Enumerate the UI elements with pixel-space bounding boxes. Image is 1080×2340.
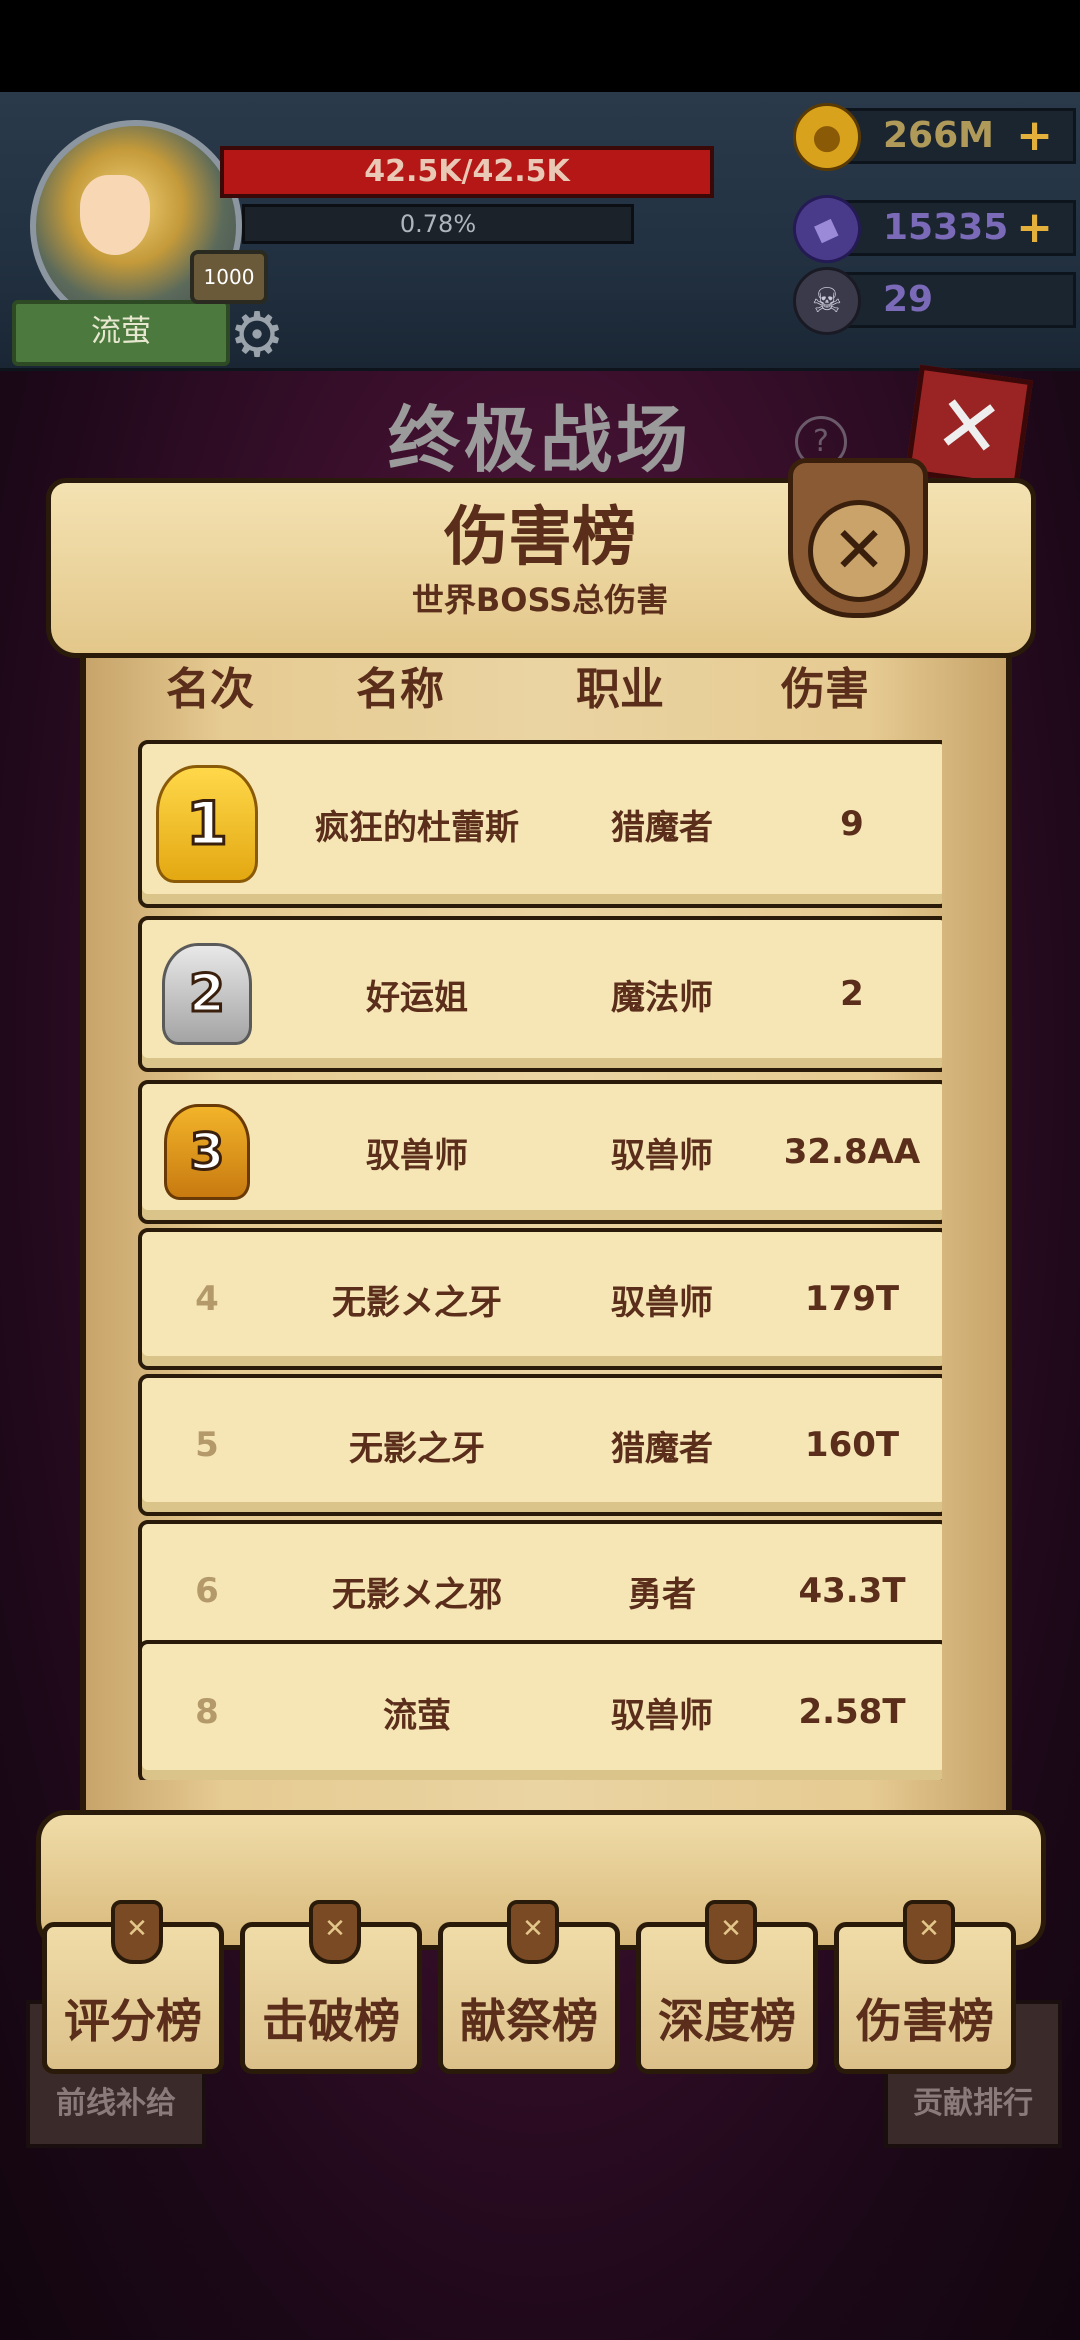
own-rank-row: 8 流萤 驭兽师 2.58T — [138, 1640, 942, 1780]
tab-label: 深度榜 — [658, 1994, 796, 2048]
add-gold-plus-icon[interactable]: + — [1016, 111, 1053, 161]
table-row: 3 驭兽师 驭兽师 32.8AA — [138, 1080, 942, 1224]
row-name: 好运姐 — [366, 977, 468, 1018]
player-name: 流萤 — [12, 300, 230, 366]
row-job: 猎魔者 — [611, 807, 713, 848]
panel-title: 伤害榜 — [444, 501, 636, 575]
tab-label: 献祭榜 — [460, 1994, 598, 2048]
row-damage: 160T — [804, 1425, 900, 1465]
add-gem-plus-icon[interactable]: + — [1016, 203, 1053, 253]
column-header-name: 名称 — [356, 664, 444, 715]
row-name: 无影メ之邪 — [332, 1574, 502, 1615]
row-rank: 6 — [195, 1571, 219, 1611]
row-damage: 43.3T — [798, 1571, 906, 1611]
bronze-medal-icon: 3 — [164, 1104, 250, 1200]
row-damage: 32.8AA — [783, 1132, 921, 1172]
tab-label: 击破榜 — [262, 1994, 400, 2048]
row-damage: 9 — [840, 804, 864, 844]
silver-medal-icon: 2 — [162, 943, 252, 1045]
gem-counter: ◆ 15335 + — [783, 185, 1076, 273]
table-row: 2 好运姐 魔法师 2 — [138, 916, 942, 1072]
exp-bar: 0.78% — [242, 204, 634, 244]
table-row: 4 无影メ之牙 驭兽师 179T — [138, 1228, 942, 1370]
gold-medal-icon: 1 — [156, 765, 258, 883]
gold-counter: ● 266M + — [793, 103, 1076, 171]
column-header-rank: 名次 — [166, 664, 254, 715]
row-job: 驭兽师 — [611, 1695, 713, 1736]
row-job: 魔法师 — [611, 977, 713, 1018]
row-damage: 2 — [840, 974, 864, 1014]
skull-counter: ☠ 29 — [793, 267, 1076, 335]
row-job: 猎魔者 — [611, 1428, 713, 1469]
row-job: 驭兽师 — [611, 1282, 713, 1323]
ranking-list[interactable]: 1 疯狂的杜蕾斯 猎魔者 9 2 好运姐 魔法师 2 3 驭兽师 驭兽师 32.… — [138, 740, 942, 1780]
gold-value: 266M — [883, 115, 994, 156]
row-job: 勇者 — [628, 1574, 696, 1615]
row-rank: 4 — [195, 1279, 219, 1319]
tab-label: 伤害榜 — [856, 1994, 994, 2048]
row-name: 无影之牙 — [349, 1428, 485, 1469]
row-name: 驭兽师 — [366, 1135, 468, 1176]
pin-icon: ✕ — [111, 1900, 163, 1964]
close-panel-button[interactable]: ✕ — [808, 500, 910, 602]
pin-icon: ✕ — [705, 1900, 757, 1964]
pin-icon: ✕ — [309, 1900, 361, 1964]
tab-label: 评分榜 — [64, 1994, 202, 2048]
row-damage: 179T — [804, 1279, 900, 1319]
player-level-badge: 1000 — [190, 250, 268, 304]
pin-icon: ✕ — [903, 1900, 955, 1964]
leaderboard-tabs: 评分榜 ✕ 击破榜 ✕ 献祭榜 ✕ 深度榜 ✕ 伤害榜 ✕ — [0, 1900, 1080, 2100]
pin-icon: ✕ — [507, 1900, 559, 1964]
hp-bar: 42.5K/42.5K — [220, 146, 714, 198]
row-name: 流萤 — [383, 1695, 451, 1736]
avatar-face — [80, 175, 150, 255]
skull-value: 29 — [883, 279, 934, 320]
status-bar — [0, 0, 1080, 92]
row-job: 驭兽师 — [611, 1135, 713, 1176]
table-row: 1 疯狂的杜蕾斯 猎魔者 9 — [138, 740, 942, 908]
skull-icon: ☠ — [793, 267, 861, 335]
gem-value: 15335 — [883, 207, 1009, 248]
row-rank: 8 — [195, 1692, 219, 1732]
row-name: 无影メ之牙 — [332, 1282, 502, 1323]
panel-subtitle: 世界BOSS总伤害 — [411, 581, 669, 619]
row-name: 疯狂的杜蕾斯 — [315, 807, 519, 848]
column-header-damage: 伤害 — [781, 664, 869, 715]
row-rank: 5 — [195, 1425, 219, 1465]
table-row: 5 无影之牙 猎魔者 160T — [138, 1374, 942, 1516]
row-damage: 2.58T — [798, 1692, 906, 1732]
coin-icon: ● — [793, 103, 861, 171]
column-header-job: 职业 — [576, 664, 664, 715]
gear-icon[interactable]: ⚙ — [222, 300, 292, 370]
